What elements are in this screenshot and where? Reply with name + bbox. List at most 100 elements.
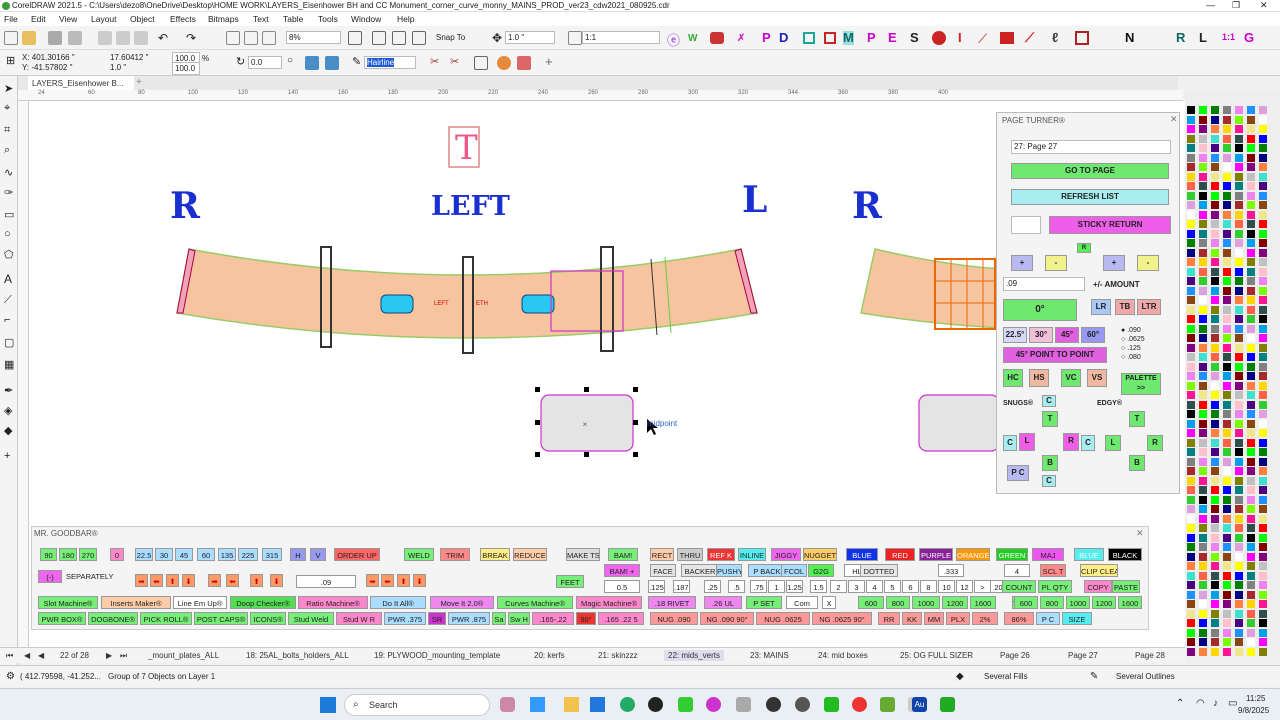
transparency-tool-icon[interactable]: ▦ [4, 358, 14, 371]
palette-swatch[interactable] [1187, 201, 1195, 209]
palette-swatch[interactable] [1235, 353, 1243, 361]
palette-swatch[interactable] [1247, 372, 1255, 380]
palette-swatch[interactable] [1235, 286, 1243, 295]
macro-r-icon[interactable]: R [1176, 31, 1185, 45]
pl-qty-button[interactable]: PL QTY [1038, 580, 1072, 593]
palette-swatch[interactable] [1211, 362, 1219, 371]
palette-swatch[interactable] [1223, 391, 1231, 399]
palette-swatch[interactable] [1187, 134, 1195, 143]
palette-swatch[interactable] [1211, 182, 1219, 190]
zoom-level-field[interactable]: 8% [286, 31, 341, 44]
palette-swatch[interactable] [1211, 476, 1219, 485]
palette-swatch[interactable] [1235, 438, 1243, 447]
palette-swatch[interactable] [1187, 638, 1195, 646]
palette-swatch[interactable] [1223, 609, 1231, 618]
macro-e3-icon[interactable] [1075, 31, 1089, 45]
v333-button[interactable]: .333 [938, 564, 964, 577]
palette-swatch[interactable] [1211, 201, 1219, 209]
mirror-v-icon[interactable] [325, 56, 339, 70]
palette-swatch[interactable] [1235, 191, 1243, 200]
macro-record-icon[interactable] [932, 31, 946, 45]
palette-swatch[interactable] [1199, 524, 1207, 532]
angle-30-button[interactable]: 30° [1029, 327, 1053, 343]
angle-zero-button[interactable]: 0° [1003, 299, 1077, 321]
palette-swatch[interactable] [1247, 201, 1255, 209]
palette-swatch[interactable] [1235, 638, 1243, 646]
palette-swatch[interactable] [1235, 296, 1243, 304]
save-icon[interactable] [48, 31, 62, 45]
palette-swatch[interactable] [1223, 533, 1231, 542]
print-icon[interactable] [68, 31, 82, 45]
palette-swatch[interactable] [1223, 467, 1231, 475]
palette-swatch[interactable] [1247, 562, 1255, 570]
palette-swatch[interactable] [1259, 315, 1267, 323]
palette-swatch[interactable] [1223, 248, 1231, 257]
palette-swatch[interactable] [1199, 628, 1207, 637]
palette-swatch[interactable] [1247, 239, 1255, 247]
palette-swatch[interactable] [1211, 258, 1219, 266]
fraction-button[interactable]: 2 [830, 580, 847, 593]
app-photo-icon[interactable] [880, 697, 895, 712]
palette-swatch[interactable] [1259, 381, 1267, 390]
palette-swatch[interactable] [1247, 191, 1255, 200]
palette-swatch[interactable] [1247, 220, 1255, 228]
palette-swatch[interactable] [1211, 609, 1219, 618]
fraction-button[interactable]: 10 [938, 580, 955, 593]
palette-swatch[interactable] [1199, 353, 1207, 361]
palette-swatch[interactable] [1235, 239, 1243, 247]
chrome-icon[interactable] [852, 697, 867, 712]
palette-swatch[interactable] [1247, 106, 1255, 114]
palette-swatch[interactable] [1235, 125, 1243, 133]
palette-swatch[interactable] [1259, 647, 1267, 656]
palette-swatch[interactable] [1247, 410, 1255, 418]
palette-swatch[interactable] [1187, 353, 1195, 361]
palette-swatch[interactable] [1259, 296, 1267, 304]
palette-swatch[interactable] [1259, 410, 1267, 418]
palette-swatch[interactable] [1223, 429, 1231, 437]
palette-swatch[interactable] [1223, 144, 1231, 152]
palette-swatch[interactable] [1199, 495, 1207, 504]
palette-swatch[interactable] [1199, 571, 1207, 580]
palette-swatch[interactable] [1211, 106, 1219, 114]
palette-swatch[interactable] [1235, 153, 1243, 162]
palette-swatch[interactable] [1199, 267, 1207, 276]
last-page-icon[interactable]: ⏭ [120, 651, 127, 661]
paste-button[interactable]: PASTE [1112, 580, 1140, 593]
palette-swatch[interactable] [1259, 457, 1267, 466]
clipclear-button[interactable]: CLIP CLEAR [1080, 564, 1118, 577]
palette-swatch[interactable] [1247, 543, 1255, 551]
vc-button[interactable]: VC [1061, 369, 1081, 387]
palette-swatch[interactable] [1199, 590, 1207, 599]
palette-swatch[interactable] [1223, 115, 1231, 124]
palette-swatch[interactable] [1187, 571, 1195, 580]
palette-swatch[interactable] [1199, 410, 1207, 418]
page-tab[interactable]: Page 27 [1068, 651, 1098, 660]
palette-swatch[interactable] [1223, 305, 1231, 314]
palette-swatch[interactable] [1199, 543, 1207, 551]
palette-swatch[interactable] [1187, 296, 1195, 304]
macro-m-icon[interactable]: M [843, 31, 854, 45]
palette-swatch[interactable] [1211, 248, 1219, 257]
goodbar-tool-24[interactable]: 1600 [1118, 596, 1142, 609]
palette-swatch[interactable] [1199, 533, 1207, 542]
goodbar-action-15[interactable]: NUG .090 [650, 612, 698, 625]
next-page-icon[interactable]: ▶ [106, 651, 112, 660]
palette-swatch[interactable] [1247, 486, 1255, 494]
palette-swatch[interactable] [1199, 581, 1207, 589]
palette-swatch[interactable] [1199, 191, 1207, 200]
palette-swatch[interactable] [1199, 429, 1207, 437]
palette-swatch[interactable] [1187, 372, 1195, 380]
vertical-ruler[interactable] [18, 101, 29, 651]
palette-swatch[interactable] [1223, 448, 1231, 456]
palette-swatch[interactable] [1187, 400, 1195, 409]
palette-swatch[interactable] [1199, 381, 1207, 390]
goodbar-tool-1[interactable]: Inserts Maker® [101, 596, 171, 609]
goodbar-action-0[interactable]: PWR BOX® [38, 612, 86, 625]
palette-swatch[interactable] [1223, 277, 1231, 285]
arrow-up-icon[interactable]: ⬆ [166, 574, 179, 587]
palette-swatch[interactable] [1259, 144, 1267, 152]
palette-swatch[interactable] [1223, 153, 1231, 162]
goodbar-tool-0[interactable]: Slot Machine® [38, 596, 98, 609]
palette-swatch[interactable] [1211, 533, 1219, 542]
palette-swatch[interactable] [1235, 476, 1243, 485]
